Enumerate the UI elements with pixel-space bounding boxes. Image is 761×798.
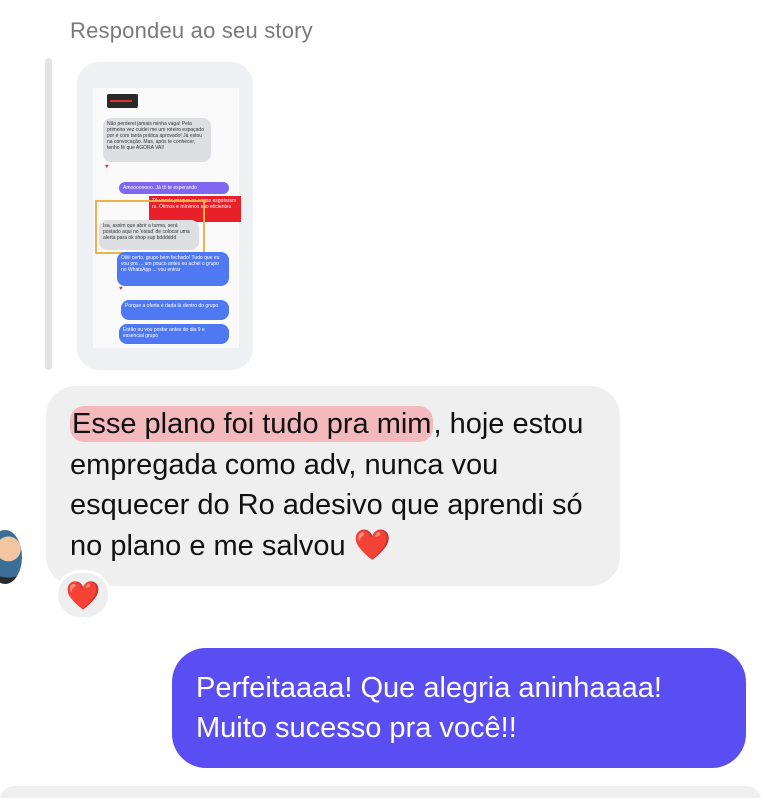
story-heart-icon: ♥ <box>105 164 109 170</box>
story-msg-1: Não perderei jamais minha vaga! Pela pri… <box>103 118 211 162</box>
reply-indicator-bar <box>45 58 52 370</box>
story-msg-4: Oiiiii certo, grupo bem fechado! Tudo qu… <box>117 252 229 286</box>
chat-screen: Respondeu ao seu story Não perderei jama… <box>0 0 761 798</box>
highlighted-phrase: Esse plano foi tudo pra mim <box>70 406 434 442</box>
outgoing-message-text: Perfeitaaaa! Que alegria aninhaaaa! Muit… <box>196 668 736 748</box>
story-msg-6: Então eu vou postar antes do dia 9 e ess… <box>119 324 229 344</box>
story-image-stripe <box>110 100 132 102</box>
avatar[interactable] <box>0 530 22 584</box>
story-heart-icon-2: ♥ <box>119 286 123 292</box>
outgoing-line-2: Muito sucesso pra você!! <box>196 712 517 744</box>
next-message-edge <box>0 786 761 798</box>
reply-header: Respondeu ao seu story <box>70 18 313 43</box>
story-msg-2: Amoooooooo. Já tô te esperando <box>119 182 229 194</box>
story-image-block <box>107 94 138 108</box>
incoming-message-text: Esse plano foi tudo pra mim, hoje estou … <box>70 404 610 566</box>
story-thumbnail[interactable]: Não perderei jamais minha vaga! Pela pri… <box>77 62 253 370</box>
reaction-heart-icon[interactable]: ❤️ <box>55 570 111 620</box>
outgoing-line-1: Perfeitaaaa! Que alegria aninhaaaa! <box>196 672 662 704</box>
heart-emoji: ❤️ <box>353 528 392 562</box>
story-msg-5: Porque a oferta é dada lá dentro do grup… <box>121 300 229 320</box>
story-msg-3: Isa, assim que abrir a turma, será posta… <box>99 220 199 250</box>
story-screenshot: Não perderei jamais minha vaga! Pela pri… <box>93 88 241 348</box>
